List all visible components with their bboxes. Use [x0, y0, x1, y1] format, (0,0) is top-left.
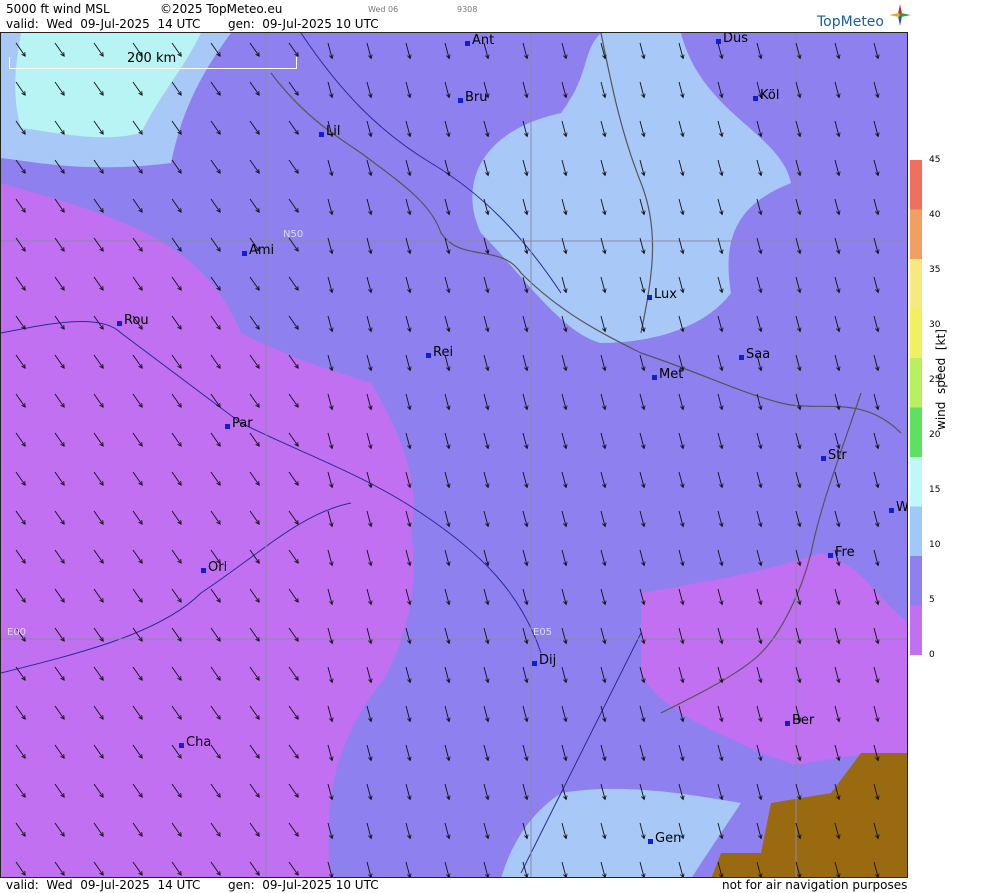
city-lille[interactable]: Lil — [319, 124, 340, 139]
wind-arrow — [249, 276, 260, 291]
legend-tick: 40 — [929, 210, 941, 220]
wind-arrow — [249, 81, 260, 96]
grid-label-n50: N50 — [283, 229, 304, 240]
legend-swatch — [910, 605, 922, 655]
scale-label: 200 km — [127, 51, 177, 66]
city-koln[interactable]: Köl — [753, 88, 779, 103]
city-reims[interactable]: Rei — [426, 345, 453, 360]
legend-swatch — [910, 358, 922, 408]
legend-tick: 20 — [929, 430, 941, 440]
wind-arrow — [249, 120, 260, 135]
city-bern[interactable]: Ber — [785, 713, 814, 728]
city-metz[interactable]: Met — [652, 367, 683, 382]
wind-arrow — [210, 198, 221, 213]
id-tag: 9308 — [457, 5, 478, 14]
wind-arrow — [288, 159, 299, 174]
wind-arrow — [210, 159, 221, 174]
footer-disclaimer: not for air navigation purposes — [722, 878, 908, 892]
city-brussels[interactable]: Bru — [458, 90, 488, 105]
compass-icon — [889, 4, 911, 26]
wind-arrow — [288, 315, 299, 330]
legend-swatch — [910, 457, 922, 507]
legend-swatch — [910, 259, 922, 309]
city-geneva[interactable]: Gen — [648, 831, 681, 846]
valid-time: valid: Wed 09-Jul-2025 14 UTC — [6, 17, 201, 31]
copyright: ©2025 TopMeteo.eu — [160, 2, 283, 16]
legend-tick: 10 — [929, 540, 941, 550]
wind-map[interactable]: N50 E00 E05 Ant Düs Bru Köl Lil Ami Rou … — [0, 32, 908, 878]
city-chateauroux[interactable]: Cha — [179, 735, 211, 750]
legend-swatch — [910, 556, 922, 606]
legend-tick: 5 — [929, 595, 935, 605]
city-strasbourg[interactable]: Str — [821, 448, 847, 463]
generated-time: gen: 09-Jul-2025 10 UTC — [228, 17, 379, 31]
grid-label-e00: E00 — [7, 627, 27, 638]
wind-arrow — [210, 237, 221, 252]
wind-arrow — [210, 81, 221, 96]
city-amiens[interactable]: Ami — [242, 243, 274, 258]
wind-arrow — [249, 42, 260, 57]
city-w[interactable]: W — [889, 500, 907, 515]
topmeteo-logo: TopMeteo — [817, 14, 884, 30]
wind-arrow — [210, 120, 221, 135]
wind-arrow — [15, 159, 26, 174]
city-orleans[interactable]: Orl — [201, 560, 227, 575]
footer-valid: valid: Wed 09-Jul-2025 14 UTC gen: 09-Ju… — [6, 878, 379, 892]
legend-title: wind speed [kt] — [934, 329, 948, 430]
wind-arrow — [93, 198, 104, 213]
city-dijon[interactable]: Dij — [532, 653, 556, 668]
legend-tick: 45 — [929, 155, 941, 165]
run-tag: Wed 06 — [368, 5, 399, 14]
wind-arrow — [171, 198, 182, 213]
wind-arrow — [288, 81, 299, 96]
legend-tick: 35 — [929, 265, 941, 275]
wind-arrow — [288, 198, 299, 213]
wind-arrow — [288, 276, 299, 291]
legend-swatch — [910, 308, 922, 359]
city-dusseldorf[interactable]: Düs — [716, 33, 748, 46]
wind-arrow — [288, 120, 299, 135]
city-luxembourg[interactable]: Lux — [647, 287, 677, 302]
city-paris[interactable]: Par — [225, 416, 253, 431]
zone-lux — [472, 33, 791, 343]
legend-tick: 15 — [929, 485, 941, 495]
legend-tick: 0 — [929, 650, 935, 660]
product-title: 5000 ft wind MSL — [6, 2, 110, 16]
zone-0-5-west — [1, 183, 414, 877]
wind-arrow — [249, 159, 260, 174]
city-saarbrucken[interactable]: Saa — [739, 347, 770, 362]
wind-arrow — [249, 315, 260, 330]
wind-arrow — [288, 42, 299, 57]
legend-swatch — [910, 506, 922, 557]
wind-arrow — [132, 198, 143, 213]
city-antwerp[interactable]: Ant — [465, 33, 494, 48]
city-freiburg[interactable]: Fre — [828, 545, 855, 560]
wind-arrow — [171, 159, 182, 174]
zone-0-5-east — [641, 553, 907, 782]
wind-speed-legend — [910, 160, 922, 655]
grid-label-e05: E05 — [533, 627, 553, 638]
legend-swatch — [910, 209, 922, 260]
wind-field-svg — [1, 33, 907, 877]
legend-swatch — [910, 407, 922, 458]
wind-arrow — [171, 237, 182, 252]
city-rouen[interactable]: Rou — [117, 313, 149, 328]
wind-arrow — [249, 198, 260, 213]
legend-swatch — [910, 160, 922, 210]
